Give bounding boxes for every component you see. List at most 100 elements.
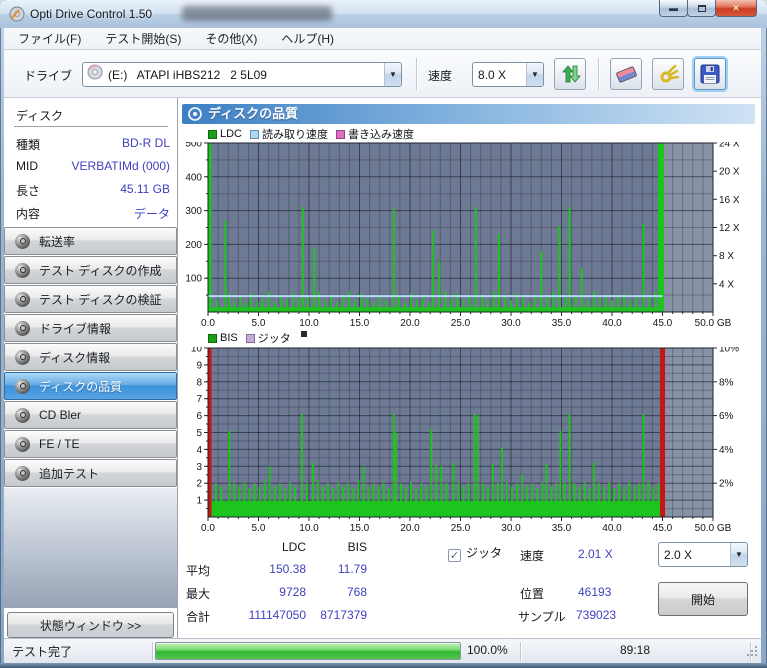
jitter-checkbox[interactable]: ✓: [448, 549, 461, 562]
disc-icon: [15, 407, 30, 423]
menu-item-0[interactable]: ファイル(F): [8, 28, 91, 49]
speed-select[interactable]: 8.0 X ▼: [472, 62, 544, 87]
erase-disc-button[interactable]: [610, 58, 642, 90]
bis-total: 8717379: [320, 608, 367, 622]
divider: [14, 126, 168, 127]
speed-value: 8.0 X: [478, 67, 507, 82]
status-window-button[interactable]: 状態ウィンドウ >>: [7, 612, 174, 638]
menu-item-3[interactable]: ヘルプ(H): [271, 28, 344, 49]
current-speed-label: 速度: [520, 549, 545, 563]
disc-info-label: 長さ: [16, 184, 41, 198]
row-label-average: 平均: [186, 564, 211, 578]
svg-text:2: 2: [196, 479, 202, 490]
ldc-max: 9728: [279, 585, 306, 599]
sidebar-item-label: ディスクの品質: [39, 379, 123, 394]
menu-item-1[interactable]: テスト開始(S): [95, 28, 191, 49]
sidebar-item-label: テスト ディスクの作成: [39, 263, 162, 278]
bis-max: 768: [346, 585, 367, 599]
chevron-down-icon[interactable]: ▼: [384, 63, 401, 86]
svg-text:50.0 GB: 50.0 GB: [695, 523, 732, 533]
sidebar-item-4[interactable]: ディスク情報: [4, 343, 177, 371]
window-title: Opti Drive Control 1.50: [30, 7, 153, 21]
main-panel: ディスクの品質 LDC 読み取り速度 書き込み速度 100 200 300 400 500 4…: [178, 98, 761, 638]
disc-info-row-1: MID VERBATIMd (000): [4, 155, 178, 178]
title-blur-smudge: [182, 6, 332, 21]
drive-select[interactable]: (E:) ATAPI iHBS212 2 5L09 ▼: [82, 62, 402, 87]
svg-text:1: 1: [196, 496, 202, 507]
drive-value: (E:) ATAPI iHBS212 2 5L09: [108, 67, 267, 82]
svg-text:8%: 8%: [719, 377, 734, 388]
refresh-icon: [562, 65, 581, 83]
svg-text:50.0 GB: 50.0 GB: [695, 318, 732, 328]
jitter-checkbox-row[interactable]: ✓ ジッタ: [448, 544, 502, 562]
svg-text:45.0: 45.0: [653, 318, 673, 328]
col-header-bis: BIS: [347, 540, 367, 554]
sidebar-item-8[interactable]: 追加テスト: [4, 459, 177, 487]
chevron-down-icon[interactable]: ▼: [730, 543, 747, 566]
svg-text:300: 300: [185, 206, 202, 217]
legend-label: LDC: [220, 128, 243, 140]
legend-swatch: [336, 129, 346, 139]
svg-text:4%: 4%: [719, 445, 734, 456]
legend-item: BIS: [208, 332, 238, 344]
position-value: 46193: [578, 585, 612, 599]
sidebar-item-1[interactable]: テスト ディスクの作成: [4, 256, 177, 284]
svg-text:8 X: 8 X: [719, 251, 734, 262]
test-speed-select[interactable]: 2.0 X ▼: [658, 542, 748, 567]
refresh-button[interactable]: [554, 58, 586, 90]
disc-info-label: 内容: [16, 207, 41, 221]
disc-info-value: 45.11 GB: [120, 182, 170, 196]
chevron-down-icon[interactable]: ▼: [526, 63, 543, 86]
disc-icon: [188, 107, 202, 127]
svg-text:6: 6: [196, 411, 202, 422]
svg-text:20.0: 20.0: [400, 523, 420, 533]
bis-chart: 1 2 3 4 5 6 7 8 9 10 2% 4% 6% 8% 10% 0.0 5.0 10.0 15.0 20.0…: [191, 347, 739, 533]
disc-info-value: VERBATIMd (000): [71, 159, 170, 173]
disc-icon: [87, 64, 103, 85]
app-icon: [9, 6, 25, 27]
ldc-total: 111147050: [248, 608, 306, 622]
close-button[interactable]: ✕: [715, 0, 757, 17]
eject-button[interactable]: [652, 58, 684, 90]
legend-item: LDC: [208, 128, 242, 140]
disc-icon: [15, 262, 30, 278]
minimize-button[interactable]: ▬: [659, 0, 688, 17]
sidebar-item-2[interactable]: テスト ディスクの検証: [4, 285, 177, 313]
svg-text:15.0: 15.0: [350, 523, 370, 533]
disc-info-value: BD-R DL: [121, 136, 170, 150]
sidebar-item-7[interactable]: FE / TE: [4, 430, 177, 458]
disc-info-row-0: 種類 BD-R DL: [4, 132, 178, 155]
disc-info-row-3: 内容 データ: [4, 201, 178, 224]
row-label-total: 合計: [186, 610, 211, 624]
disc-info-label: 種類: [16, 138, 41, 152]
maximize-button[interactable]: [687, 0, 716, 17]
sidebar-item-0[interactable]: 転送率: [4, 227, 177, 255]
legend-item: 書き込み速度: [336, 126, 414, 142]
elapsed-time: 89:18: [619, 643, 651, 657]
start-button[interactable]: 開始: [658, 582, 748, 616]
menu-item-2[interactable]: その他(X): [195, 28, 267, 49]
svg-text:12 X: 12 X: [719, 223, 740, 234]
legend-label: 書き込み速度: [348, 129, 415, 141]
svg-text:15.0: 15.0: [350, 318, 370, 328]
sidebar-item-6[interactable]: CD Bler: [4, 401, 177, 429]
disc-icon: [15, 349, 30, 365]
disc-panel-title: ディスク: [16, 109, 64, 123]
legend-swatch: [208, 333, 217, 343]
chart-bottom-legend: BIS ジッタ: [208, 330, 315, 346]
legend-label: ジッタ: [257, 333, 291, 345]
svg-text:200: 200: [185, 240, 202, 251]
svg-text:10: 10: [191, 347, 203, 355]
sidebar-item-label: テスト ディスクの検証: [39, 292, 162, 307]
sidebar-item-label: 転送率: [39, 234, 76, 249]
title-bar[interactable]: Opti Drive Control 1.50 ▬ ✕: [0, 0, 767, 28]
legend-item: ジッタ: [245, 330, 291, 346]
svg-text:35.0: 35.0: [552, 318, 572, 328]
sidebar-spacer: [4, 488, 177, 608]
save-button[interactable]: [694, 58, 726, 90]
sample-value: 739023: [576, 608, 617, 622]
sidebar-item-3[interactable]: ドライブ情報: [4, 314, 177, 342]
sidebar-item-5[interactable]: ディスクの品質: [4, 372, 177, 400]
progress-bar: [155, 642, 461, 660]
resize-grip[interactable]: [747, 646, 758, 660]
